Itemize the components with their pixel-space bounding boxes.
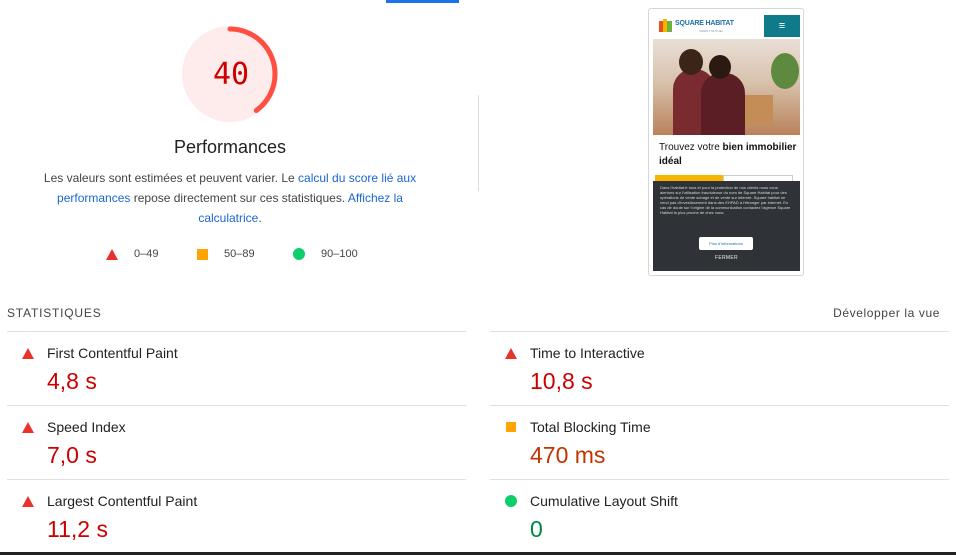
square-icon [506,422,516,432]
preview-brand: SQUARE HABITAT [675,20,734,27]
metric-speed-index: Speed Index 7,0 s [7,405,466,479]
square-icon [197,248,208,260]
stats-title: STATISTIQUES [7,306,102,320]
circle-icon [505,495,517,507]
legend-label: 50–89 [224,248,255,260]
metric-value: 7,0 s [47,442,97,468]
score-legend: 0–49 50–89 90–100 [0,248,460,264]
vertical-divider [478,95,479,191]
triangle-icon [22,495,34,507]
metric-value: 0 [530,516,543,542]
performance-score: 40 [212,56,250,92]
description-text: Les valeurs sont estimées et peuvent var… [43,171,299,185]
circle-icon [293,248,305,260]
preview-hero-image [653,39,800,135]
legend-item-fail: 0–49 [106,248,158,260]
description-text: repose directement sur ces statistiques. [130,191,348,205]
preview-hero-title: Trouvez votre bien immobilier idéal [659,141,799,169]
metric-label: Time to Interactive [530,345,645,361]
close-banner-button: FERMER [715,255,738,261]
description-text: . [258,211,262,225]
legend-item-average: 50–89 [197,248,255,260]
metric-value: 11,2 s [47,516,108,542]
metric-label: Cumulative Layout Shift [530,493,678,509]
triangle-icon [22,421,34,433]
metric-value: 4,8 s [47,368,97,394]
metric-cumulative-layout-shift: Cumulative Layout Shift 0 [490,479,949,553]
page-screenshot-preview[interactable]: SQUARE HABITAT CRÉDIT MUTUEL ≡ Trouvez v… [648,8,804,276]
metric-value: 10,8 s [530,368,593,394]
metric-time-to-interactive: Time to Interactive 10,8 s [490,331,949,405]
preview-brand-sub: CRÉDIT MUTUEL [699,29,724,33]
brand-logo-icon [659,19,673,33]
metric-largest-contentful-paint: Largest Contentful Paint 11,2 s [7,479,466,553]
expand-view-toggle[interactable]: Développer la vue [833,306,940,320]
hero-title-plain: Trouvez votre [659,142,723,153]
metric-label: First Contentful Paint [47,345,178,361]
cookie-text: Dans l'habitat.fr tous et pour la protec… [660,185,791,215]
hamburger-menu-icon: ≡ [764,15,800,37]
preview-cookie-banner: Dans l'habitat.fr tous et pour la protec… [653,181,800,271]
score-description: Les valeurs sont estimées et peuvent var… [30,168,430,228]
metric-label: Largest Contentful Paint [47,493,198,509]
metric-first-contentful-paint: First Contentful Paint 4,8 s [7,331,466,405]
triangle-icon [106,248,118,260]
triangle-icon [505,347,517,359]
active-tab-indicator [386,0,459,3]
gauge-label: Performances [173,137,287,157]
metric-label: Speed Index [47,419,126,435]
metric-value: 470 ms [530,442,606,468]
preview-header: SQUARE HABITAT CRÉDIT MUTUEL ≡ [653,13,800,39]
legend-label: 90–100 [321,248,358,260]
triangle-icon [22,347,34,359]
legend-item-pass: 90–100 [293,248,358,260]
metric-total-blocking-time: Total Blocking Time 470 ms [490,405,949,479]
metric-label: Total Blocking Time [530,419,651,435]
legend-label: 0–49 [134,248,159,260]
performance-gauge: 40 [180,24,280,124]
more-info-button: Plus d'informations [699,237,753,250]
